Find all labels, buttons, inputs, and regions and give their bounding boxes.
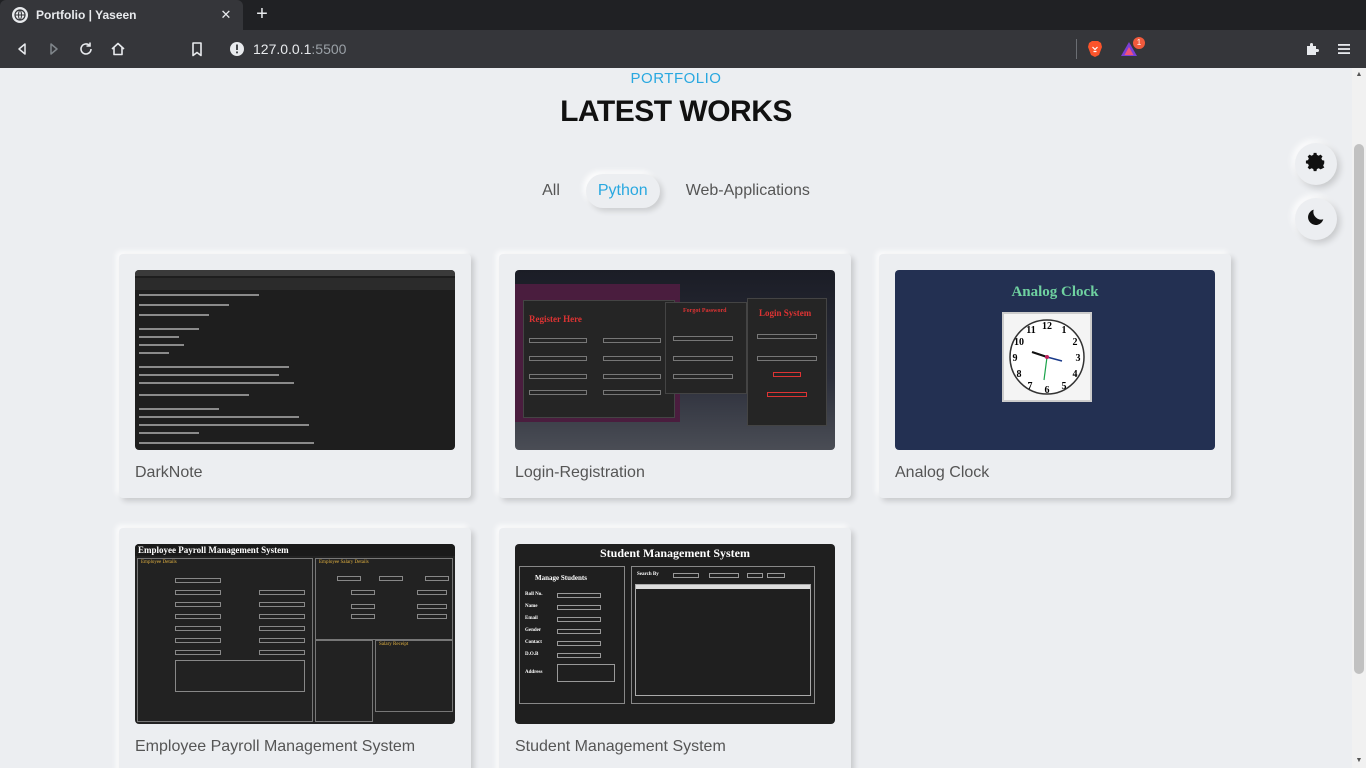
info-icon[interactable] [226, 38, 248, 60]
browser-toolbar: 127.0.0.1:5500 1 [0, 30, 1366, 68]
address-bar[interactable]: 127.0.0.1:5500 [253, 39, 346, 59]
url-host: 127.0.0.1 [253, 41, 312, 57]
reload-icon[interactable] [75, 38, 97, 60]
moon-icon [1305, 206, 1327, 233]
home-icon[interactable] [107, 38, 129, 60]
scrollbar-thumb[interactable] [1354, 144, 1364, 674]
project-card-login-registration[interactable]: Register Here Forgot Password Login Syst… [499, 254, 851, 498]
tab-title: Portfolio | Yaseen [36, 8, 137, 22]
rewards-badge: 1 [1133, 37, 1145, 49]
forward-icon[interactable] [43, 38, 65, 60]
project-card-student-management[interactable]: Student Management System Manage Student… [499, 528, 851, 768]
project-card-employee-payroll[interactable]: Employee Payroll Management System Emplo… [119, 528, 471, 768]
student-management-screenshot: Student Management System Manage Student… [515, 544, 835, 724]
project-card-darknote[interactable]: DarkNote [119, 254, 471, 498]
new-tab-button[interactable]: + [251, 4, 273, 26]
menu-icon[interactable] [1333, 38, 1355, 60]
svg-text:4: 4 [1073, 369, 1078, 380]
project-title-employee-payroll: Employee Payroll Management System [135, 738, 416, 755]
svg-text:8: 8 [1017, 369, 1022, 380]
login-registration-screenshot: Register Here Forgot Password Login Syst… [515, 270, 835, 450]
project-card-analog-clock[interactable]: Analog Clock 12 1 2 345 678 9 10 11 Anal… [879, 254, 1231, 498]
filter-python[interactable]: Python [585, 174, 660, 208]
page-scrollbar[interactable]: ▲ ▼ [1352, 68, 1366, 768]
svg-text:11: 11 [1026, 325, 1035, 336]
toolbar-divider [1076, 39, 1077, 59]
filter-web-applications[interactable]: Web-Applications [674, 174, 822, 208]
svg-text:10: 10 [1014, 337, 1024, 348]
svg-text:2: 2 [1073, 337, 1078, 348]
dark-mode-toggle[interactable] [1295, 198, 1337, 240]
settings-button[interactable] [1295, 143, 1337, 185]
svg-text:1: 1 [1062, 325, 1067, 336]
svg-text:7: 7 [1028, 381, 1033, 392]
portfolio-page: PORTFOLIO LATEST WORKS All Python Web-Ap… [0, 68, 1352, 768]
filter-all[interactable]: All [530, 174, 572, 208]
employee-payroll-screenshot: Employee Payroll Management System Emplo… [135, 544, 455, 724]
settings-gear-icon [1305, 151, 1327, 178]
scroll-up-arrow-icon[interactable]: ▲ [1352, 70, 1366, 80]
globe-icon [12, 7, 28, 23]
close-tab-icon[interactable]: ✕ [217, 7, 235, 23]
svg-text:3: 3 [1076, 353, 1081, 364]
browser-tab[interactable]: Portfolio | Yaseen ✕ [0, 0, 243, 30]
portfolio-filters: All Python Web-Applications [0, 174, 1352, 208]
project-title-darknote: DarkNote [135, 464, 203, 481]
extensions-icon[interactable] [1301, 38, 1323, 60]
svg-text:9: 9 [1013, 353, 1018, 364]
project-title-analog-clock: Analog Clock [895, 464, 990, 481]
project-title-login-registration: Login-Registration [515, 464, 645, 481]
project-title-student-management: Student Management System [515, 738, 726, 755]
svg-text:5: 5 [1062, 381, 1067, 392]
scroll-down-arrow-icon[interactable]: ▼ [1352, 756, 1366, 766]
analog-clock-screenshot: Analog Clock 12 1 2 345 678 9 10 11 [895, 270, 1215, 450]
svg-text:12: 12 [1042, 321, 1052, 332]
back-icon[interactable] [11, 38, 33, 60]
svg-text:6: 6 [1045, 385, 1050, 396]
tab-strip: Portfolio | Yaseen ✕ + [0, 0, 1366, 30]
bookmark-icon[interactable] [186, 38, 208, 60]
brave-lion-icon[interactable] [1084, 38, 1106, 60]
darknote-screenshot [135, 270, 455, 450]
url-port: :5500 [311, 41, 347, 57]
section-heading: LATEST WORKS [560, 95, 792, 128]
section-kicker: PORTFOLIO [630, 70, 722, 87]
